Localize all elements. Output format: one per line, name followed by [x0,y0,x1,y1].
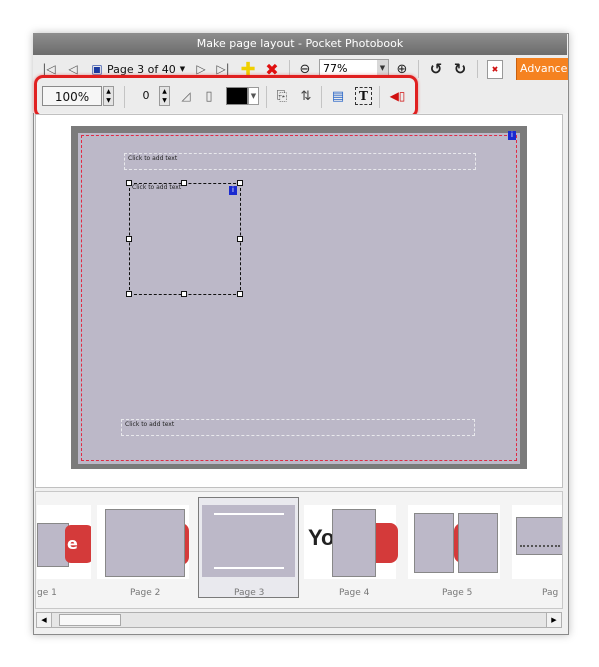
page-label: Page 3 of 40 [107,62,176,76]
footer-placeholder: Click to add text [125,421,175,428]
rotate-right-icon[interactable]: ↻ [451,59,469,79]
thumb-photo [105,509,185,577]
resize-handle-w[interactable] [126,236,132,242]
resize-handle-nw[interactable] [126,180,132,186]
resize-handle-e[interactable] [237,236,243,242]
title-placeholder: Click to add text [128,155,178,162]
resize-handle-sw[interactable] [126,291,132,297]
thumb-logo-text: Yo [308,525,335,550]
filmstrip-scrollbar[interactable]: ◀ ▶ [36,612,562,628]
thumb-logo: e [65,525,91,563]
remove-photo-icon[interactable]: ✖ [487,60,503,79]
footer-textbox[interactable]: Click to add text [121,419,475,436]
page-label-5: Page 5 [442,588,473,598]
chevron-down-icon: ▼ [179,65,186,73]
thumb-photo [414,513,454,573]
rotate-left-icon[interactable]: ↺ [427,59,445,79]
scroll-left-icon[interactable]: ◀ [37,613,52,627]
page-label-2: Page 2 [130,588,161,598]
page-thumbnail-5[interactable] [408,505,500,579]
resize-handle-se[interactable] [237,291,243,297]
photo-frame[interactable]: Click to add text [129,183,241,295]
page-thumbnail-1[interactable]: e [37,505,91,579]
info-icon[interactable]: i [508,131,516,140]
photo-info-icon[interactable]: i [229,186,237,195]
advance-button[interactable]: Advance [516,58,568,80]
page-thumbnail-3[interactable] [202,505,295,577]
page-thumbnail-6[interactable] [512,505,562,579]
zoom-dropdown-icon[interactable]: ▼ [377,60,388,76]
highlight-callout [34,75,418,118]
zoom-value: 77% [323,62,348,75]
resize-handle-n[interactable] [181,180,187,186]
resize-handle-ne[interactable] [237,180,243,186]
page-thumbnail-4[interactable]: Yo [304,505,398,579]
page-label-3: Page 3 [234,588,265,598]
scroll-right-icon[interactable]: ▶ [546,613,561,627]
thumb-photo [458,513,498,573]
scroll-thumb[interactable] [59,614,121,626]
title-textbox[interactable]: Click to add text [124,153,476,170]
page-thumbnail-2[interactable] [97,505,189,579]
page-label-6: Pag [542,588,559,598]
photo-caption: Click to add text [132,184,182,191]
thumb-text-line [214,567,284,569]
thumb-photo [332,509,376,577]
window-title: Make page layout - Pocket Photobook [33,33,567,55]
thumb-strip [520,545,560,550]
resize-handle-s[interactable] [181,291,187,297]
page-label-1: ge 1 [37,588,57,598]
toolbar-divider [418,60,419,78]
page-label-4: Page 4 [339,588,370,598]
thumb-text-line [214,513,284,515]
toolbar-divider [477,60,478,78]
